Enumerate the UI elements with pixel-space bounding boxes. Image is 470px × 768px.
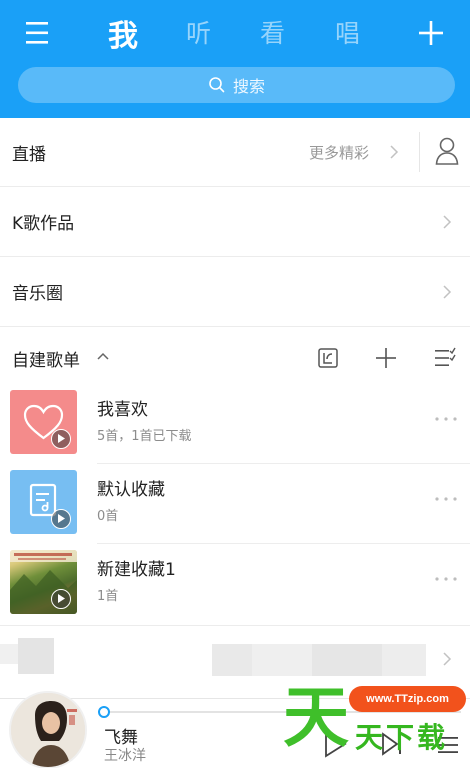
blurred-block	[252, 644, 312, 676]
manage-list-icon[interactable]	[434, 347, 456, 369]
collapse-caret-icon[interactable]	[96, 350, 110, 362]
progress-knob[interactable]	[98, 706, 110, 718]
plus-icon[interactable]	[416, 18, 446, 48]
artist-name: 王冰洋	[104, 748, 146, 764]
play-icon[interactable]	[51, 429, 71, 449]
tab-listen[interactable]: 听	[186, 14, 211, 50]
chevron-right-icon	[443, 215, 452, 229]
playlist-meta: 5首，1首已下载	[97, 429, 192, 444]
watermark-text: 天下载	[355, 721, 449, 754]
chevron-right-icon	[443, 652, 452, 666]
divider	[97, 463, 470, 464]
blurred-block	[212, 644, 252, 676]
karaoke-row[interactable]: K歌作品	[0, 187, 470, 256]
chevron-right-icon	[390, 145, 399, 159]
section-title: 自建歌单	[12, 351, 80, 371]
music-circle-row[interactable]: 音乐圈	[0, 257, 470, 326]
artist-photo	[11, 693, 85, 767]
playlist-item[interactable]: 新建收藏1 1首	[0, 545, 470, 625]
watermark-big-char: 天	[283, 679, 349, 756]
playlist-name: 我喜欢	[97, 400, 148, 420]
tab-watch[interactable]: 看	[260, 14, 285, 50]
menu-icon[interactable]	[22, 18, 56, 48]
blurred-block	[18, 638, 54, 674]
blurred-block	[0, 644, 18, 664]
live-row[interactable]: 直播 更多精彩	[0, 118, 470, 187]
album-avatar[interactable]	[9, 691, 87, 768]
person-icon[interactable]	[434, 136, 460, 166]
chevron-right-icon	[443, 285, 452, 299]
playlist-cover	[10, 470, 77, 534]
playlist-section-header: 自建歌单	[0, 327, 470, 385]
music-circle-label: 音乐圈	[12, 284, 63, 304]
playlist-cover	[10, 390, 77, 454]
tab-sing[interactable]: 唱	[335, 14, 360, 50]
more-link[interactable]: 更多精彩	[309, 142, 369, 163]
playlist-cover	[10, 550, 77, 614]
blurred-block	[312, 644, 382, 676]
watermark-logo: 天 天下载 www.TTzip.com	[283, 678, 470, 768]
top-header: 我 听 看 唱 搜索	[0, 0, 470, 120]
search-icon	[209, 77, 225, 93]
playlist-meta: 0首	[97, 509, 119, 524]
playlist-name: 默认收藏	[97, 480, 165, 500]
search-input[interactable]: 搜索	[18, 67, 455, 103]
more-dots-icon[interactable]	[434, 415, 458, 423]
playlist-item[interactable]: 我喜欢 5首，1首已下载	[0, 385, 470, 465]
play-icon[interactable]	[51, 589, 71, 609]
divider	[97, 543, 470, 544]
add-icon[interactable]	[375, 347, 397, 369]
more-dots-icon[interactable]	[434, 575, 458, 583]
more-dots-icon[interactable]	[434, 495, 458, 503]
play-icon[interactable]	[51, 509, 71, 529]
search-placeholder: 搜索	[232, 77, 265, 96]
tab-me[interactable]: 我	[108, 11, 138, 55]
vertical-divider	[419, 132, 420, 172]
live-label: 直播	[12, 145, 46, 165]
watermark-url: www.TTzip.com	[349, 686, 466, 712]
playlist-item[interactable]: 默认收藏 0首	[0, 465, 470, 545]
playlist-meta: 1首	[97, 589, 119, 604]
karaoke-label: K歌作品	[12, 214, 75, 234]
blurred-block	[382, 644, 426, 676]
import-icon[interactable]	[317, 347, 339, 369]
playlist-name: 新建收藏1	[97, 560, 176, 580]
